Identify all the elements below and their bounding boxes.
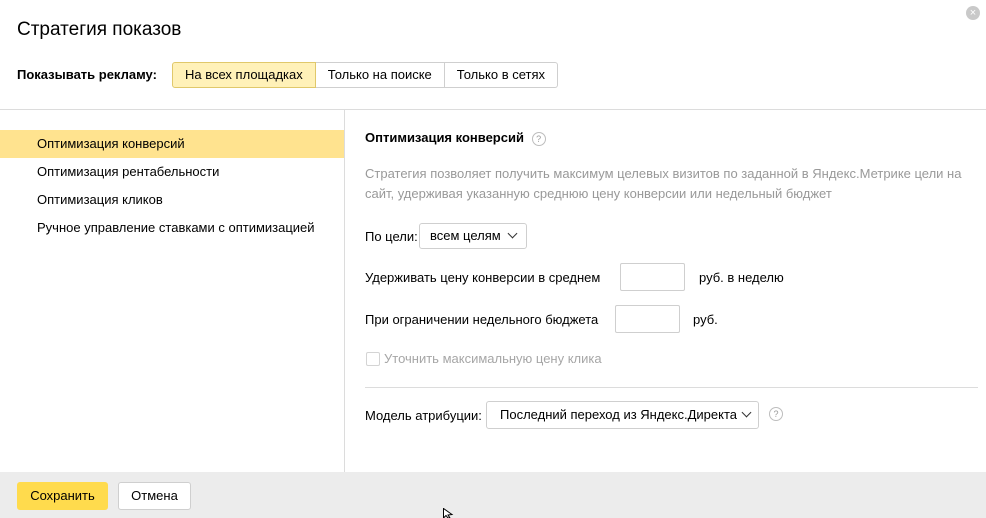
help-icon[interactable]: ?: [769, 407, 783, 421]
section-title: Оптимизация конверсий ?: [365, 130, 546, 146]
budget-unit: руб.: [693, 312, 718, 327]
strategy-description: Стратегия позволяет получить максимум це…: [365, 164, 975, 204]
header-divider: [0, 109, 986, 110]
max-click-label: Уточнить максимальную цену клика: [384, 351, 602, 366]
sidebar-item-profitability-optimization[interactable]: Оптимизация рентабельности: [0, 158, 344, 186]
tab-networks-only[interactable]: Только в сетях: [444, 62, 559, 88]
sidebar-item-click-optimization[interactable]: Оптимизация кликов: [0, 186, 344, 214]
cpa-label: Удерживать цену конверсии в среднем: [365, 270, 601, 285]
chevron-down-icon: [741, 407, 752, 418]
save-button[interactable]: Сохранить: [17, 482, 108, 510]
goal-label: По цели:: [365, 229, 418, 244]
close-icon[interactable]: ×: [966, 6, 980, 20]
sidebar-item-conversion-optimization[interactable]: Оптимизация конверсий: [0, 130, 344, 158]
description-line: Стратегия позволяет получить максимум це…: [365, 166, 962, 181]
cancel-button[interactable]: Отмена: [118, 482, 191, 510]
sidebar-item-manual-bidding[interactable]: Ручное управление ставками с оптимизацие…: [0, 214, 344, 242]
budget-label: При ограничении недельного бюджета: [365, 312, 599, 327]
description-line: сайт, удерживая указанную среднюю цену к…: [365, 186, 832, 201]
tab-search-only[interactable]: Только на поиске: [315, 62, 445, 88]
cpa-unit: руб. в неделю: [699, 270, 784, 285]
budget-input[interactable]: [615, 305, 680, 333]
goal-dropdown[interactable]: всем целям: [419, 223, 527, 249]
max-click-checkbox[interactable]: [366, 352, 380, 366]
sidebar-divider: [344, 110, 345, 472]
tab-all-placements[interactable]: На всех площадках: [172, 62, 316, 88]
attribution-dropdown[interactable]: Последний переход из Яндекс.Директа: [486, 401, 760, 429]
chevron-down-icon: [507, 228, 518, 239]
goal-dropdown-value: всем целям: [430, 228, 501, 243]
section-title-text: Оптимизация конверсий: [365, 130, 524, 145]
mouse-cursor-icon: [443, 508, 454, 518]
cpa-input[interactable]: [620, 263, 685, 291]
placement-selector: На всех площадках Только на поиске Тольк…: [172, 62, 559, 88]
help-icon[interactable]: ?: [531, 131, 546, 146]
attribution-dropdown-value: Последний переход из Яндекс.Директа: [500, 407, 738, 422]
show-ads-label: Показывать рекламу:: [17, 67, 157, 82]
dialog-title: Стратегия показов: [17, 19, 182, 40]
attribution-label: Модель атрибуции:: [365, 408, 482, 423]
section-divider: [365, 387, 978, 388]
